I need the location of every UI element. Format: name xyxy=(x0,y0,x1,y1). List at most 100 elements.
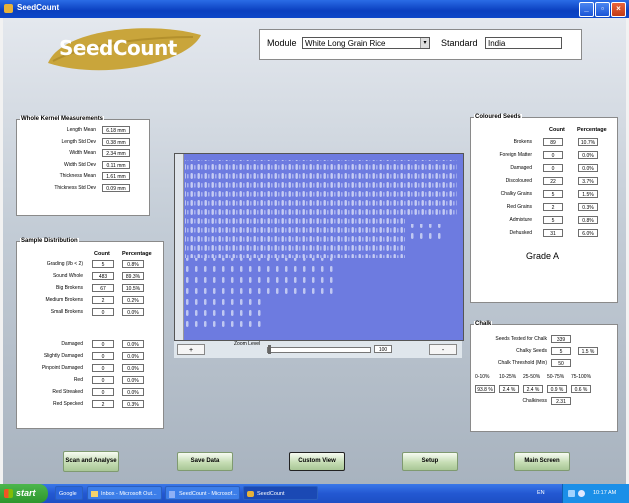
coloured-seed-label: Red Grains xyxy=(506,204,532,210)
zoom-label: Zoom Level xyxy=(234,341,261,347)
coloured-seed-pct: 0.0% xyxy=(578,164,598,172)
measure-value: 0.38 mm xyxy=(102,137,130,146)
chevron-down-icon[interactable]: ▾ xyxy=(420,38,429,48)
distribution-count: 0 xyxy=(92,388,114,396)
zoom-value[interactable]: 100 xyxy=(374,345,392,353)
whole-kernel-title: Whole Kernel Measurements xyxy=(20,116,105,122)
scan-analyse-button[interactable]: Scan and Analyse xyxy=(63,451,119,472)
coloured-seed-count: 0 xyxy=(543,164,563,172)
system-tray: EN 10:17 AM xyxy=(537,484,629,503)
coloured-seed-label: Brokens xyxy=(513,139,532,145)
module-panel: Module White Long Grain Rice ▾ Standard … xyxy=(259,29,582,60)
zoom-bar: + Zoom Level 100 - xyxy=(174,341,462,358)
save-data-button[interactable]: Save Data xyxy=(177,452,233,471)
coloured-seeds-title: Coloured Seeds xyxy=(474,114,522,120)
sample-distribution-panel: Sample Distribution Count Percentage Gra… xyxy=(16,238,164,429)
coloured-seed-label: Foreign Matter xyxy=(499,152,532,158)
taskbar-item-seedcount-label: SeedCount xyxy=(257,491,285,497)
measure-value: 1.61 mm xyxy=(102,172,130,180)
language-indicator[interactable]: EN xyxy=(537,484,545,503)
coloured-seed-pct: 0.8% xyxy=(578,216,598,224)
taskbar-item-outlook[interactable]: Inbox - Microsoft Out... xyxy=(87,486,162,500)
chalky-seeds-label: Chalky Seeds xyxy=(516,348,547,354)
coloured-seed-count: 31 xyxy=(543,229,563,237)
chalk-range-label: 10-25% xyxy=(499,374,517,380)
distribution-count: 0 xyxy=(92,376,114,384)
network-icon[interactable] xyxy=(568,490,575,497)
start-label: start xyxy=(16,488,36,498)
measure-value: 0.11 mm xyxy=(102,160,130,169)
distribution-pct: 10.5% xyxy=(122,284,144,292)
distribution-pct: 89.3% xyxy=(122,272,144,280)
app-client-area: SeedCount Module White Long Grain Rice ▾… xyxy=(3,18,626,484)
distribution-label: Grading (l/b < 2) xyxy=(46,261,83,267)
measure-label: Width Std Dev xyxy=(64,161,96,168)
main-screen-button[interactable]: Main Screen xyxy=(514,452,570,471)
module-label: Module xyxy=(267,38,297,48)
chalk-range-label: 0-10% xyxy=(475,374,490,380)
zoom-out-button[interactable]: - xyxy=(429,344,457,355)
chalk-range-value: 93.8 % xyxy=(475,385,495,393)
distribution-label: Medium Brokens xyxy=(45,297,83,303)
measure-label: Length Std Dev xyxy=(61,138,96,145)
taskbar-item-seedcount-doc-label: SeedCount - Microsof... xyxy=(179,491,237,497)
seedcount-icon xyxy=(247,491,254,497)
measure-label: Thickness Std Dev xyxy=(54,184,96,191)
chalk-range-value: 2.4 % xyxy=(499,385,519,393)
coloured-seed-pct: 0.0% xyxy=(578,151,598,159)
chalk-range-label: 25-50% xyxy=(523,374,541,380)
chalk-threshold-value[interactable]: 50 xyxy=(551,359,571,367)
coloured-seed-label: Dehusked xyxy=(509,230,532,236)
distribution-pct: 0.2% xyxy=(122,296,144,304)
distribution-pct: 0.8% xyxy=(122,260,144,268)
window-title: SeedCount xyxy=(17,3,60,12)
start-button[interactable]: start xyxy=(0,484,48,503)
distribution-label: Sound Whole xyxy=(52,273,83,279)
title-bar: SeedCount _ ▫ × xyxy=(0,0,629,18)
measure-value: 2.34 mm xyxy=(102,149,130,157)
taskbar-item-seedcount-doc[interactable]: SeedCount - Microsof... xyxy=(165,486,240,500)
windows-logo-icon xyxy=(4,489,13,498)
seed-image xyxy=(185,160,457,332)
coloured-seed-label: Damaged xyxy=(510,165,532,171)
seeds-tested-value: 339 xyxy=(551,335,571,343)
chalkiness-value: 2.31 xyxy=(551,397,571,405)
seeds-tested-label: Seeds Tested for Chalk xyxy=(495,336,547,342)
volume-icon[interactable] xyxy=(578,490,585,497)
coloured-seed-pct: 0.3% xyxy=(578,203,598,211)
logo-text: SeedCount xyxy=(59,36,177,60)
distribution-count: 5 xyxy=(92,260,114,268)
distribution-count: 483 xyxy=(92,272,114,280)
app-icon xyxy=(4,4,13,13)
coloured-seed-count: 0 xyxy=(543,151,563,159)
sample-distribution-title: Sample Distribution xyxy=(20,238,79,244)
distribution-label: Slightly Damaged xyxy=(43,353,83,359)
grade-label: Grade A xyxy=(526,251,560,261)
standard-field[interactable]: India xyxy=(485,37,562,49)
coloured-seed-label: Admixture xyxy=(509,217,532,223)
maximize-button[interactable]: ▫ xyxy=(595,2,610,17)
distribution-label: Red xyxy=(73,377,83,383)
coloured-seed-count: 2 xyxy=(543,203,563,211)
distribution-label: Damaged xyxy=(61,341,83,347)
measure-label: Thickness Mean xyxy=(59,173,96,179)
setup-button[interactable]: Setup xyxy=(402,452,458,471)
module-select[interactable]: White Long Grain Rice ▾ xyxy=(302,37,430,49)
zoom-in-button[interactable]: + xyxy=(177,344,205,355)
taskbar-item-seedcount[interactable]: SeedCount xyxy=(243,486,318,500)
zoom-slider-handle[interactable] xyxy=(268,345,271,354)
seed-image-view[interactable] xyxy=(174,153,464,341)
distribution-count: 0 xyxy=(92,308,114,316)
close-button[interactable]: × xyxy=(611,2,626,17)
zoom-slider[interactable] xyxy=(267,345,371,354)
coloured-seed-label: Chalky Grains xyxy=(500,191,532,197)
taskbar-item-google[interactable]: Google xyxy=(55,486,83,500)
percentage-header: Percentage xyxy=(577,127,607,133)
count-header: Count xyxy=(549,127,565,133)
measure-label: Width Mean xyxy=(69,150,96,156)
coloured-seed-pct: 6.0% xyxy=(578,229,598,237)
distribution-count: 0 xyxy=(92,364,114,372)
minimize-button[interactable]: _ xyxy=(579,2,594,17)
chalk-range-value: 2.4 % xyxy=(523,385,543,393)
custom-view-button[interactable]: Custom View xyxy=(289,452,345,471)
